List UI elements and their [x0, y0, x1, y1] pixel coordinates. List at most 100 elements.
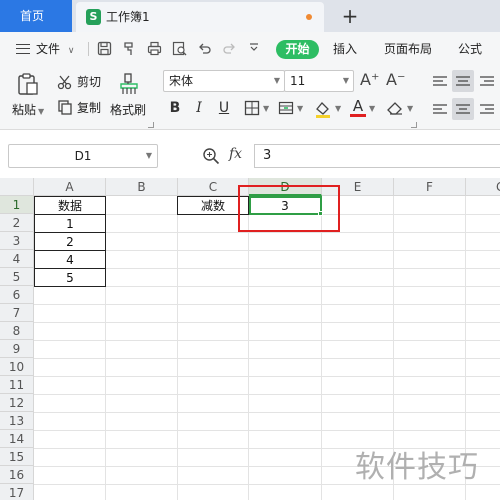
tab-workbook-label: 工作簿1: [106, 10, 150, 24]
row-header-8[interactable]: 8: [0, 322, 34, 340]
chevron-down-icon[interactable]: ▼: [297, 104, 303, 113]
undo-icon[interactable]: [196, 41, 212, 57]
cell-a3[interactable]: 2: [34, 232, 106, 251]
chevron-down-icon: ▼: [145, 151, 152, 160]
row-header-6[interactable]: 6: [0, 286, 34, 304]
row-header-15[interactable]: 15: [0, 448, 34, 466]
redo-icon[interactable]: [221, 41, 237, 57]
paste-button[interactable]: 粘贴 ▼: [12, 103, 44, 119]
gridline: [34, 322, 500, 323]
print-preview-icon[interactable]: [171, 41, 187, 57]
row-header-12[interactable]: 12: [0, 394, 34, 412]
hamburger-icon[interactable]: [16, 44, 30, 54]
grow-font-button[interactable]: A⁺: [360, 70, 379, 90]
column-header-b[interactable]: B: [106, 178, 178, 196]
row-header-3[interactable]: 3: [0, 232, 34, 250]
font-color-letter: A: [352, 97, 364, 115]
format-brush-icon[interactable]: [117, 72, 141, 96]
align-bottom-button[interactable]: [476, 70, 498, 92]
tab-formula[interactable]: 公式: [458, 32, 482, 66]
new-tab-button[interactable]: +: [340, 3, 360, 29]
gridline: [34, 340, 500, 341]
underline-button[interactable]: U: [214, 98, 234, 118]
font-size-value: 11: [290, 74, 306, 88]
row-header-9[interactable]: 9: [0, 340, 34, 358]
clipboard-expand-icon[interactable]: [148, 122, 154, 128]
row-header-14[interactable]: 14: [0, 430, 34, 448]
tab-start[interactable]: 开始: [276, 40, 319, 59]
gridline: [34, 430, 500, 431]
font-name-value: 宋体: [169, 74, 194, 88]
eraser-icon[interactable]: [386, 100, 404, 116]
formula-input[interactable]: 3: [254, 144, 500, 168]
align-middle-button[interactable]: [452, 70, 474, 92]
gridline: [34, 358, 500, 359]
align-right-button[interactable]: [476, 98, 498, 120]
align-top-button[interactable]: [429, 70, 451, 92]
row-header-11[interactable]: 11: [0, 376, 34, 394]
border-icon[interactable]: [244, 100, 260, 116]
cut-button[interactable]: 剪切: [77, 75, 101, 89]
merge-cells-icon[interactable]: [278, 100, 294, 116]
row-header-17[interactable]: 17: [0, 484, 34, 500]
chevron-down-icon: ▼: [342, 76, 349, 85]
tab-bar: 首页 S 工作簿1 +: [0, 0, 500, 32]
tab-page-layout[interactable]: 页面布局: [384, 32, 432, 66]
chevron-down-icon[interactable]: ▼: [407, 104, 413, 113]
insert-function-button[interactable]: fx: [229, 146, 242, 162]
column-header-a[interactable]: A: [34, 178, 106, 196]
gridline: [321, 196, 322, 500]
name-box[interactable]: D1 ▼: [8, 144, 158, 168]
zoom-icon[interactable]: [202, 147, 220, 165]
paste-icon[interactable]: [16, 72, 40, 96]
formula-bar: D1 ▼ fx 3: [0, 130, 500, 178]
row-header-1[interactable]: 1: [0, 196, 34, 214]
row-header-7[interactable]: 7: [0, 304, 34, 322]
spreadsheet-grid[interactable]: A B C D E F G 1 2 3 4 5 6 7 8 9 10 11 12…: [0, 178, 500, 500]
row-header-16[interactable]: 16: [0, 466, 34, 484]
select-all-corner[interactable]: [0, 178, 34, 196]
paste-label: 粘贴: [12, 103, 37, 117]
row-header-2[interactable]: 2: [0, 214, 34, 232]
font-name-select[interactable]: 宋体 ▼: [163, 70, 285, 92]
align-center-button[interactable]: [452, 98, 474, 120]
font-color-icon[interactable]: A: [350, 98, 366, 118]
shrink-font-button[interactable]: A⁻: [386, 70, 405, 90]
more-icon[interactable]: [246, 41, 262, 57]
file-menu[interactable]: 文件 ∨: [36, 32, 74, 66]
cell-a1[interactable]: 数据: [34, 196, 106, 215]
cell-a2[interactable]: 1: [34, 214, 106, 233]
row-header-4[interactable]: 4: [0, 250, 34, 268]
tab-insert[interactable]: 插入: [333, 32, 357, 66]
chevron-down-icon[interactable]: ▼: [335, 104, 341, 113]
gridline: [34, 394, 500, 395]
italic-button[interactable]: I: [189, 98, 209, 118]
format-painter-button[interactable]: 格式刷: [110, 103, 146, 117]
copy-button[interactable]: 复制: [77, 101, 101, 115]
print-icon[interactable]: [146, 41, 162, 57]
chevron-down-icon: ▼: [273, 76, 280, 85]
chevron-down-icon: ▼: [38, 107, 45, 116]
cell-a5[interactable]: 5: [34, 268, 106, 287]
chevron-down-icon[interactable]: ▼: [263, 104, 269, 113]
align-left-button[interactable]: [429, 98, 451, 120]
font-expand-icon[interactable]: [411, 122, 417, 128]
row-header-10[interactable]: 10: [0, 358, 34, 376]
chevron-down-icon[interactable]: ▼: [369, 104, 375, 113]
font-size-select[interactable]: 11 ▼: [284, 70, 354, 92]
save-icon[interactable]: [96, 41, 112, 57]
row-header-13[interactable]: 13: [0, 412, 34, 430]
column-header-g[interactable]: G: [466, 178, 500, 196]
format-painter-icon[interactable]: [121, 41, 137, 57]
tab-workbook[interactable]: S 工作簿1: [76, 2, 324, 32]
file-menu-label: 文件: [36, 42, 61, 56]
tab-home[interactable]: 首页: [0, 0, 72, 32]
column-header-f[interactable]: F: [394, 178, 466, 196]
fill-color-icon[interactable]: [314, 100, 332, 118]
row-header-5[interactable]: 5: [0, 268, 34, 286]
menu-divider: [88, 42, 89, 56]
scissors-icon: [57, 74, 73, 90]
cell-a4[interactable]: 4: [34, 250, 106, 269]
bold-button[interactable]: B: [165, 98, 185, 118]
chevron-down-icon: ∨: [67, 46, 75, 56]
